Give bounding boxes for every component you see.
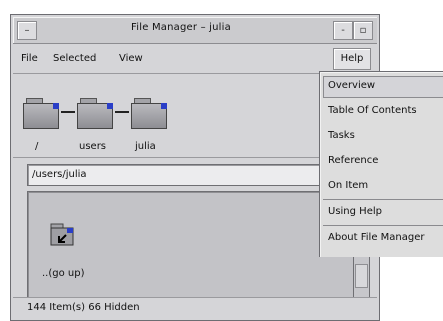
help-menu-item-using-help[interactable]: Using Help — [328, 206, 382, 217]
minimize-icon: - — [341, 25, 345, 36]
path-connector — [61, 111, 75, 113]
menu-bar: File Selected View Help — [13, 45, 377, 74]
scrollbar-thumb[interactable] — [355, 264, 368, 288]
title-bar[interactable]: – File Manager – julia - ▫ — [13, 17, 377, 44]
help-menu-item-about[interactable]: About File Manager — [328, 232, 425, 243]
folder-icon[interactable] — [77, 98, 113, 129]
path-connector — [115, 111, 129, 113]
file-list-pane[interactable]: ..(go up) — [27, 191, 355, 303]
help-menu-dropdown: Overview Table Of Contents Tasks Referen… — [319, 71, 443, 257]
path-label-root: / — [35, 141, 39, 152]
menu-view[interactable]: View — [119, 53, 143, 64]
help-menu-item-tasks[interactable]: Tasks — [328, 130, 355, 141]
menu-file[interactable]: File — [21, 53, 38, 64]
menu-separator — [323, 225, 443, 226]
path-label-users: users — [79, 141, 107, 152]
minimize-button[interactable]: - — [333, 21, 353, 40]
window-title: File Manager – julia — [131, 22, 231, 33]
window-menu-button[interactable]: – — [17, 21, 37, 40]
path-input[interactable]: /users/julia — [27, 164, 339, 186]
menu-selected[interactable]: Selected — [53, 53, 96, 64]
menu-help[interactable]: Help — [333, 48, 371, 70]
help-menu-item-reference[interactable]: Reference — [328, 155, 378, 166]
status-bar: 144 Item(s) 66 Hidden — [13, 297, 377, 318]
go-up-folder-icon[interactable] — [50, 222, 76, 248]
path-label-julia: julia — [135, 141, 156, 152]
help-menu-item-overview[interactable]: Overview — [328, 80, 375, 91]
folder-icon[interactable] — [131, 98, 167, 129]
help-menu-item-on-item[interactable]: On Item — [328, 180, 368, 191]
window-menu-icon: – — [24, 25, 30, 36]
go-up-label: ..(go up) — [42, 268, 85, 279]
path-input-value: /users/julia — [32, 169, 87, 180]
folder-icon[interactable] — [23, 98, 59, 129]
maximize-button[interactable]: ▫ — [353, 21, 373, 40]
maximize-icon: ▫ — [359, 25, 367, 36]
status-text: 144 Item(s) 66 Hidden — [27, 302, 140, 313]
help-menu-item-table-of-contents[interactable]: Table Of Contents — [328, 105, 417, 116]
menu-separator — [323, 199, 443, 200]
